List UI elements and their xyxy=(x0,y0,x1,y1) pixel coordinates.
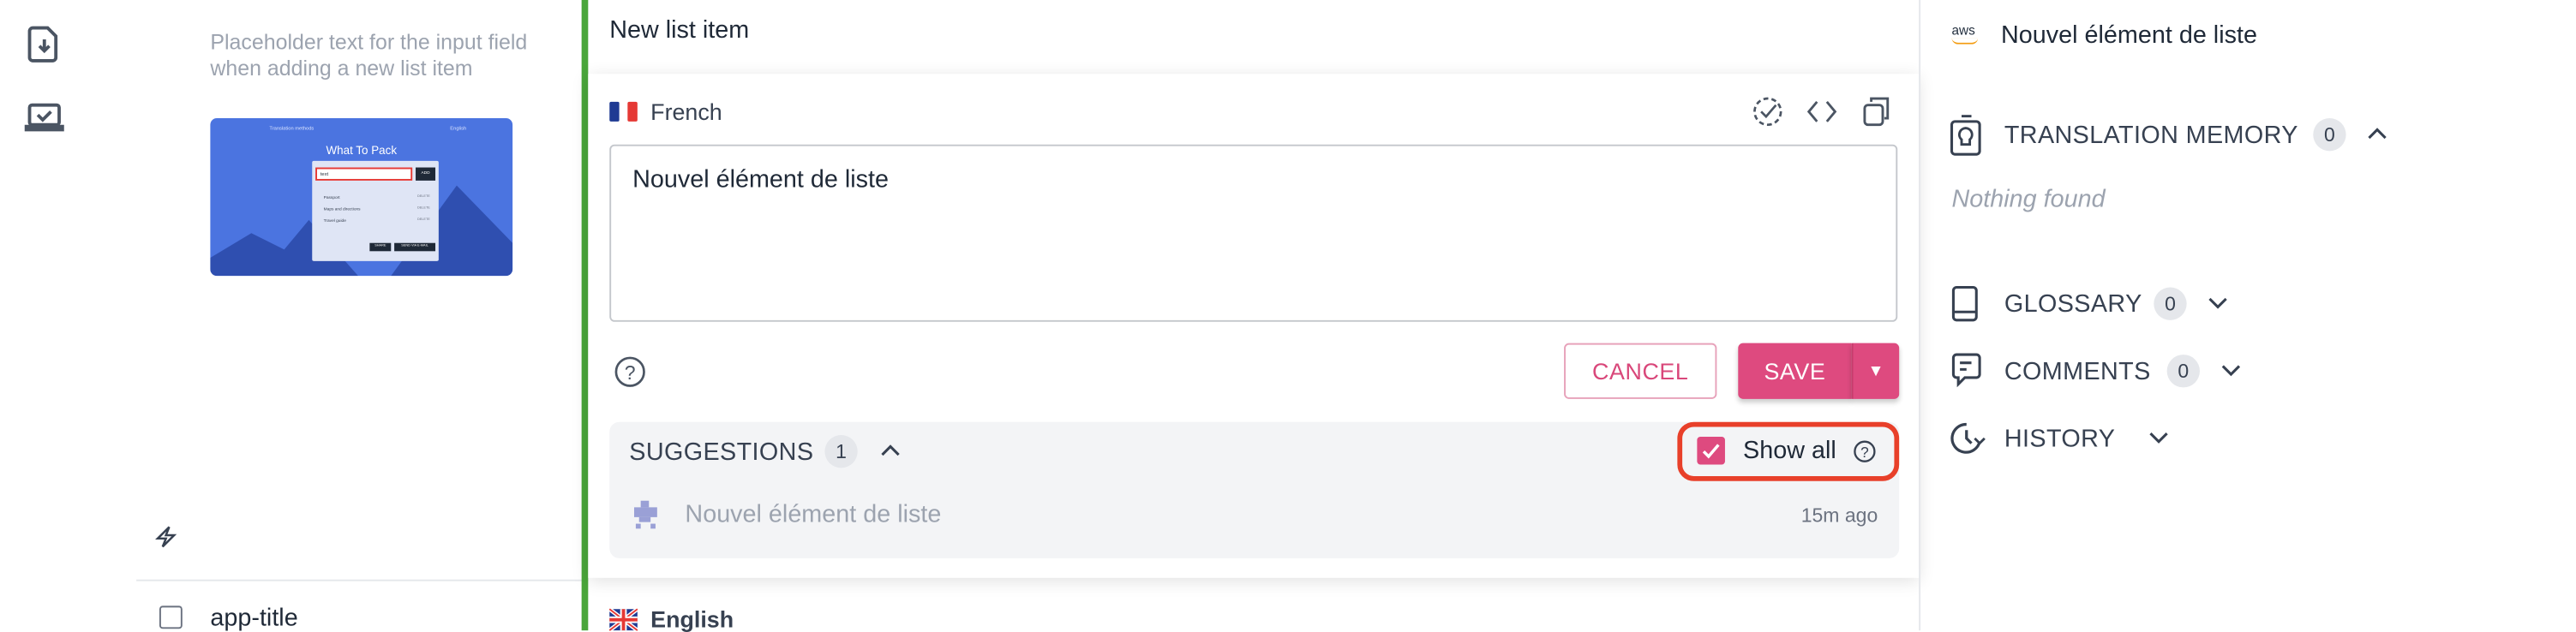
chevron-up-icon[interactable] xyxy=(881,444,901,456)
code-icon[interactable] xyxy=(1806,100,1837,123)
translation-memory-icon xyxy=(1950,115,1981,156)
svg-text:?: ? xyxy=(625,361,636,384)
screenshot-delete: DELETE xyxy=(416,206,430,211)
lightning-icon[interactable] xyxy=(155,525,177,548)
book-icon xyxy=(1951,285,1978,322)
suggestions-count: 1 xyxy=(824,435,858,468)
translation-memory-empty: Nothing found xyxy=(1951,185,2106,214)
chevron-up-icon[interactable] xyxy=(2368,127,2387,140)
screenshot-delete: DELETE xyxy=(416,218,430,222)
glossary-count: 0 xyxy=(2154,287,2187,320)
translator-avatar-icon xyxy=(634,500,657,529)
row-checkbox[interactable] xyxy=(159,605,183,629)
glossary-title[interactable]: GLOSSARY xyxy=(2004,290,2142,319)
aws-logo-icon: aws xyxy=(1951,24,1985,45)
caret-down-icon: ▼ xyxy=(1867,361,1885,380)
suggestion-item[interactable]: Nouvel élément de liste 15m ago xyxy=(609,492,1899,542)
suggestion-text: Nouvel élément de liste xyxy=(685,500,942,529)
screenshot-item: Passport xyxy=(323,195,340,200)
translation-memory-title[interactable]: TRANSLATION MEMORY xyxy=(2004,122,2298,150)
suggestions-title[interactable]: SUGGESTIONS xyxy=(629,438,813,467)
row-divider xyxy=(136,579,589,581)
screenshot-top-right: English xyxy=(450,124,467,132)
screenshot-title: What To Pack xyxy=(326,146,398,158)
screenshot-top-left: Translation methods xyxy=(269,124,315,132)
chevron-down-icon[interactable] xyxy=(2208,297,2228,310)
machine-translation-text[interactable]: Nouvel élément de liste xyxy=(2001,21,2257,50)
save-options-dropdown[interactable]: ▼ xyxy=(1851,343,1900,399)
translation-memory-count: 0 xyxy=(2313,118,2346,152)
translation-input[interactable]: Nouvel élément de liste xyxy=(609,144,1898,322)
save-button[interactable]: SAVE xyxy=(1738,343,1852,399)
chevron-down-icon[interactable] xyxy=(2221,365,2241,378)
source-text: New list item xyxy=(609,16,750,45)
copy-icon[interactable] xyxy=(1863,97,1891,127)
context-screenshot[interactable]: Translation methods English What To Pack… xyxy=(210,118,513,277)
screenshot-item: Maps and directions xyxy=(323,206,361,212)
cancel-button[interactable]: CANCEL xyxy=(1564,343,1717,399)
screenshot-email: SEND VIA E-MAIL xyxy=(394,242,436,252)
laptop-check-icon[interactable] xyxy=(24,103,64,134)
key-description: Placeholder text for the input field whe… xyxy=(210,29,528,80)
next-language-label: English xyxy=(650,605,734,632)
key-name[interactable]: app-title xyxy=(210,604,297,632)
panel-divider xyxy=(1919,0,1921,631)
suggestion-time: 15m ago xyxy=(1800,504,1878,528)
state-indicator-bar xyxy=(581,0,589,631)
file-download-icon[interactable] xyxy=(27,26,61,63)
history-title[interactable]: HISTORY xyxy=(2004,426,2115,454)
language-label: French xyxy=(650,98,722,125)
french-flag-icon xyxy=(609,101,638,122)
comments-title[interactable]: COMMENTS xyxy=(2004,358,2151,386)
translation-editor: Placeholder text for the input field whe… xyxy=(0,0,2576,632)
chevron-down-icon[interactable] xyxy=(2149,432,2169,444)
translation-value[interactable]: Nouvel élément de liste xyxy=(632,166,889,194)
screenshot-item: Travel guide xyxy=(323,218,346,224)
uk-flag-icon xyxy=(608,607,639,632)
screenshot-delete: DELETE xyxy=(416,195,430,199)
comments-icon xyxy=(1951,353,1981,388)
state-toggle-icon[interactable] xyxy=(1753,97,1783,127)
show-all-label[interactable]: Show all xyxy=(1743,437,1836,465)
show-all-checkbox[interactable] xyxy=(1697,436,1725,465)
screenshot-input: text xyxy=(315,167,413,181)
history-icon xyxy=(1950,422,1986,454)
screenshot-add: ADD xyxy=(416,167,436,181)
help-icon[interactable]: ? xyxy=(614,356,645,387)
show-all-help-icon[interactable]: ? xyxy=(1853,440,1876,463)
svg-text:?: ? xyxy=(1860,444,1869,461)
comments-count: 0 xyxy=(2166,355,2200,388)
screenshot-share: SHARE xyxy=(369,242,392,252)
